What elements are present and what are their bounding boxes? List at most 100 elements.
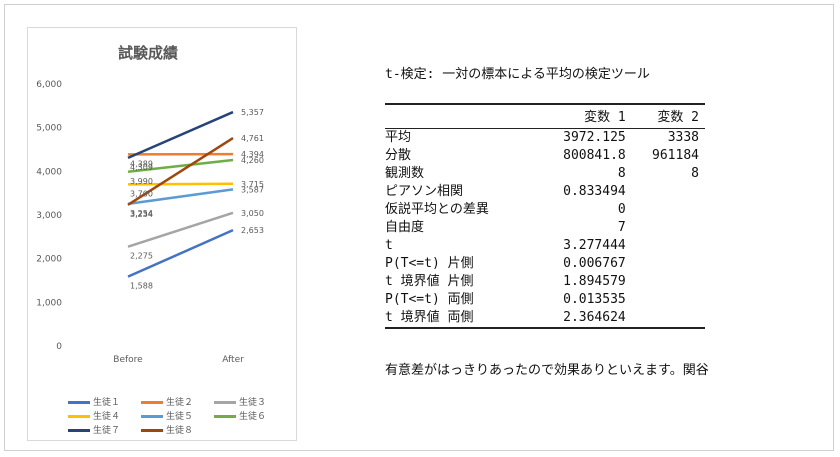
- var1-value: 1.894579: [563, 274, 626, 289]
- y-tick-label: 4,000: [36, 167, 62, 177]
- data-label: 4,260: [241, 156, 264, 165]
- var1-value: 2.364624: [536, 309, 632, 329]
- data-labels: 1,5882,6534,3894,3942,2753,0503,7003,715…: [130, 108, 264, 291]
- row-label: t 境界値 両側: [385, 309, 537, 329]
- legend-item: 生徒１: [68, 396, 141, 410]
- data-label: 2,653: [241, 226, 264, 235]
- y-tick-label: 0: [56, 342, 62, 352]
- row-label: P(T<=t) 両側: [385, 292, 474, 307]
- var2-value: [632, 183, 705, 201]
- row-label: 仮説平均との差異: [385, 202, 489, 217]
- legend-swatch: [68, 415, 90, 418]
- table-row: 分散 800841.8 961184: [385, 147, 705, 165]
- var2-value: [632, 237, 705, 255]
- chart-panel: 試験成績 0 1,000 2,000 3,000 4,000 5,000 6,000 Bef…: [27, 27, 297, 441]
- table-row: t 3.277444: [385, 237, 705, 255]
- legend-item: 生徒７: [68, 424, 141, 438]
- legend-item: 生徒２: [141, 396, 214, 410]
- var2-value: 3338: [667, 130, 699, 145]
- table-row: t 境界値 片側 1.894579: [385, 273, 705, 291]
- line-chart: 試験成績 0 1,000 2,000 3,000 4,000 5,000 6,000 Bef…: [36, 44, 264, 365]
- data-label: 4,761: [241, 134, 264, 143]
- ttest-body: 平均 3972.125 3338 分散 800841.8 961184 観測数 8 8 ピアソン相…: [385, 129, 705, 329]
- legend-swatch: [214, 415, 236, 418]
- table-row: 観測数 8 8: [385, 165, 705, 183]
- table-row: 自由度 7: [385, 219, 705, 237]
- var1-value: 7: [617, 220, 626, 235]
- y-tick-label: 6,000: [36, 80, 62, 90]
- header-var2: 変数 2: [631, 103, 705, 129]
- row-label: P(T<=t) 片側: [385, 256, 474, 271]
- header-blank: [385, 103, 537, 129]
- chart-legend: 生徒１ 生徒２ 生徒３ 生徒４ 生徒５ 生徒６ 生徒７ 生徒８: [68, 396, 293, 438]
- y-tick-label: 5,000: [36, 124, 62, 134]
- data-label: 3,990: [130, 177, 153, 186]
- var1-value: 0.833494: [563, 184, 626, 199]
- data-label: 1,588: [130, 282, 153, 291]
- var2-value: 961184: [652, 148, 699, 163]
- table-row: P(T<=t) 両側 0.013535: [385, 291, 705, 309]
- row-label: 分散: [385, 148, 412, 163]
- x-tick-label: Before: [113, 355, 143, 365]
- legend-label: 生徒７: [93, 426, 121, 436]
- var1-value: 3972.125: [563, 130, 626, 145]
- table-row: ピアソン相関 0.833494: [385, 183, 705, 201]
- ttest-title: t-検定: 一対の標本による平均の検定ツール: [385, 67, 650, 82]
- row-label: 観測数: [385, 166, 425, 181]
- legend-label: 生徒５: [166, 412, 194, 422]
- legend-swatch: [68, 429, 90, 432]
- var1-value: 8: [617, 166, 626, 181]
- var1-value: 0: [617, 202, 626, 217]
- y-tick-label: 2,000: [36, 255, 62, 265]
- legend-item: 生徒３: [214, 396, 287, 410]
- chart-title: 試験成績: [118, 44, 178, 62]
- legend-item: 生徒６: [214, 410, 287, 424]
- ttest-header-row: 変数 1 変数 2: [385, 103, 705, 129]
- legend-item: 生徒８: [141, 424, 214, 438]
- y-axis: 0 1,000 2,000 3,000 4,000 5,000 6,000: [36, 80, 62, 352]
- data-label: 3,234: [130, 210, 153, 219]
- legend-swatch: [214, 401, 236, 404]
- legend-label: 生徒４: [93, 412, 121, 422]
- legend-label: 生徒２: [166, 398, 194, 408]
- var1-value: 800841.8: [563, 148, 626, 163]
- conclusion-note: 有意差がはっきりあったので効果ありといえます。関谷: [385, 363, 709, 378]
- data-label: 3,050: [241, 209, 264, 218]
- data-label: 2,275: [130, 252, 153, 261]
- legend-label: 生徒６: [239, 412, 267, 422]
- legend-swatch: [68, 401, 90, 404]
- var2-value: [631, 309, 705, 329]
- legend-label: 生徒１: [93, 398, 121, 408]
- var2-value: [632, 201, 705, 219]
- var2-value: [632, 219, 705, 237]
- series-line: [127, 110, 234, 159]
- data-label: 3,700: [130, 189, 153, 198]
- legend-item: 生徒４: [68, 410, 141, 424]
- header-var1: 変数 1: [536, 103, 632, 129]
- var1-value: 0.006767: [563, 256, 626, 271]
- var2-value: [632, 273, 705, 291]
- data-label: 4,309: [130, 163, 153, 172]
- table-row: P(T<=t) 片側 0.006767: [385, 255, 705, 273]
- legend-swatch: [141, 429, 163, 432]
- var1-value: 3.277444: [563, 238, 626, 253]
- var2-value: 8: [691, 166, 699, 181]
- row-label: t 境界値 片側: [385, 274, 474, 289]
- var2-value: [632, 291, 705, 309]
- data-label: 3,587: [241, 185, 264, 194]
- row-label: ピアソン相関: [385, 184, 464, 199]
- legend-label: 生徒８: [166, 426, 194, 436]
- row-label: 平均: [385, 130, 412, 145]
- legend-swatch: [141, 415, 163, 418]
- y-tick-label: 1,000: [36, 298, 62, 308]
- x-tick-label: After: [222, 355, 244, 365]
- legend-swatch: [141, 401, 163, 404]
- var1-value: 0.013535: [563, 292, 626, 307]
- row-label: 自由度: [385, 220, 425, 235]
- legend-label: 生徒３: [239, 398, 267, 408]
- data-label: 5,357: [241, 108, 264, 117]
- table-row: 仮説平均との差異 0: [385, 201, 705, 219]
- ttest-table: 変数 1 変数 2 平均 3972.125 3338 分散 800841.8 961184…: [385, 103, 705, 329]
- legend-item: 生徒５: [141, 410, 214, 424]
- table-row: 平均 3972.125 3338: [385, 129, 705, 148]
